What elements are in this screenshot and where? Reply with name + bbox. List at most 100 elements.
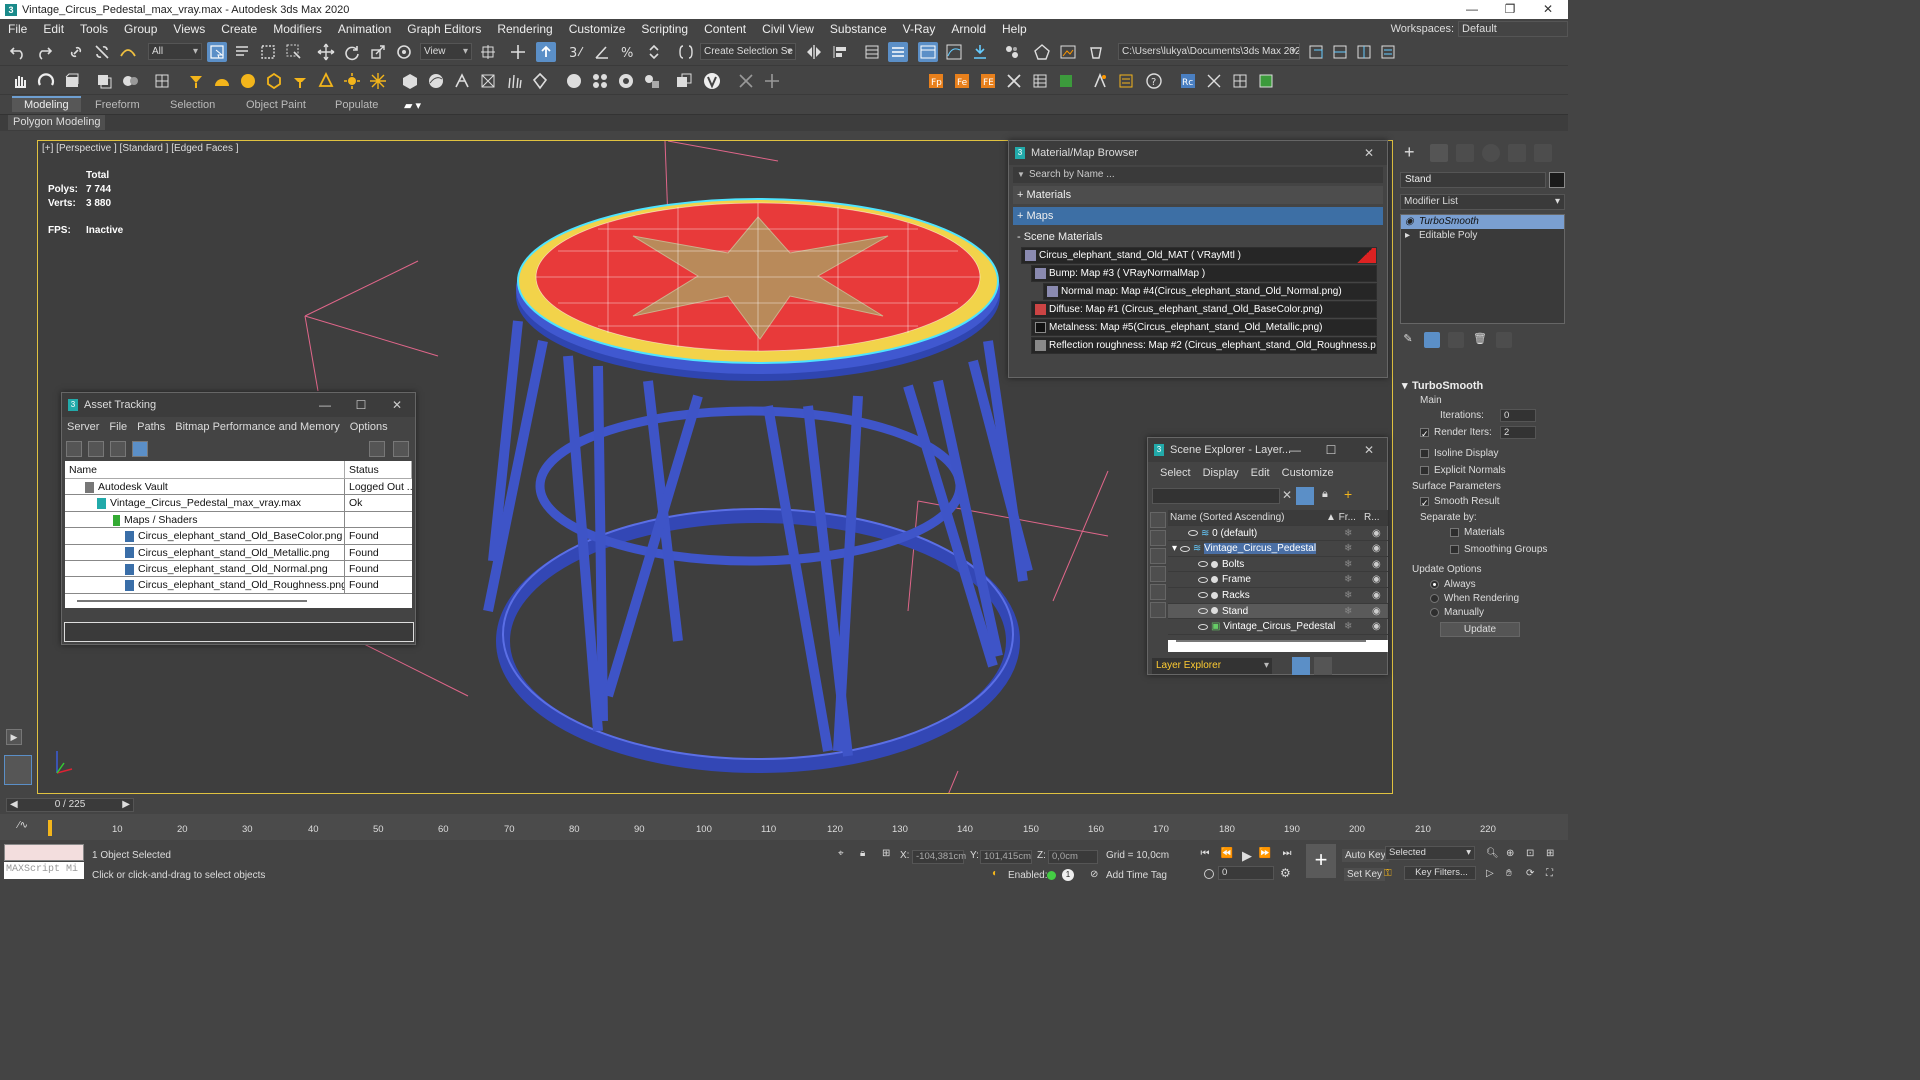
menu-content[interactable]: Content [696, 22, 754, 36]
create-tab-icon[interactable]: + [1404, 143, 1422, 162]
scene-tree-header[interactable]: Name (Sorted Ascending) ▲ Fr... R... [1168, 510, 1388, 526]
map-item[interactable]: Bump: Map #3 ( VRayNormalMap ) [1031, 265, 1377, 282]
ribbon-options-icon[interactable]: ▰ ▾ [392, 98, 433, 113]
sphere-light-icon[interactable] [238, 71, 258, 91]
render-icon[interactable]: ◉ [1372, 541, 1381, 556]
hand-icon[interactable] [10, 71, 30, 91]
menu-graph-editors[interactable]: Graph Editors [399, 22, 489, 36]
close-button[interactable]: ✕ [1533, 0, 1563, 19]
freeze-icon[interactable]: ❄ [1344, 572, 1352, 587]
prev-frame-icon[interactable]: ⏪ [1220, 848, 1234, 862]
multi-material-icon[interactable] [590, 71, 610, 91]
iterations-spinner[interactable]: 0 [1500, 409, 1536, 422]
project-folder-icon[interactable] [1306, 42, 1326, 62]
menu-create[interactable]: Create [213, 22, 265, 36]
map-item[interactable]: Reflection roughness: Map #2 (Circus_ele… [1031, 337, 1377, 354]
pivot-center-icon[interactable] [478, 42, 498, 62]
detail-view-icon[interactable] [110, 441, 126, 457]
table-row[interactable]: Vintage_Circus_Pedestal_max_vray.max Ok [65, 495, 412, 512]
next-frame-icon[interactable]: ⏩ [1258, 848, 1272, 862]
table-row[interactable]: Circus_elephant_stand_Old_Roughness.png F… [65, 577, 412, 594]
update-button[interactable]: Update [1440, 622, 1520, 637]
menu-bitmap-performance[interactable]: Bitmap Performance and Memory [170, 421, 344, 433]
bind-spacewarp-icon[interactable] [118, 42, 138, 62]
tree-row-pedestal-group[interactable]: ▣ Vintage_Circus_Pedestal ❄ ◉ [1168, 619, 1388, 635]
render-production-icon[interactable] [1086, 42, 1106, 62]
fov-icon[interactable]: ▷ [1486, 868, 1494, 879]
tweak-icon[interactable] [736, 71, 756, 91]
sun-light-icon[interactable] [342, 71, 362, 91]
project-path-dropdown[interactable]: C:\Users\lukya\Documents\3ds Max 2022 [1118, 43, 1300, 60]
mirror-icon[interactable] [804, 42, 824, 62]
render-icon[interactable]: ◉ [1372, 557, 1381, 572]
rendered-frame-window-icon[interactable] [1058, 42, 1078, 62]
unlink-icon[interactable] [92, 42, 112, 62]
sky-light-icon[interactable] [368, 71, 388, 91]
menu-arnold[interactable]: Arnold [943, 22, 994, 36]
eye-icon[interactable] [1198, 623, 1208, 630]
material-search-input[interactable]: Search by Name ... [1013, 167, 1383, 183]
vray-proxy-icon[interactable] [400, 71, 420, 91]
play-icon[interactable]: ▶ [1240, 848, 1254, 863]
table-row[interactable]: Autodesk Vault Logged Out ... [65, 479, 412, 496]
tree-row-frame[interactable]: Frame ❄ ◉ [1168, 572, 1388, 588]
scene-search-input[interactable] [1152, 488, 1280, 504]
tab-object-paint[interactable]: Object Paint [234, 98, 318, 112]
zoom-all-icon[interactable]: ⊕ [1506, 848, 1514, 859]
swirl-icon[interactable] [36, 71, 56, 91]
display-lights-icon[interactable] [1150, 548, 1166, 564]
materials-section[interactable]: + Materials [1013, 186, 1383, 204]
forest-effects-icon[interactable]: FE [978, 71, 998, 91]
selection-lock-icon[interactable]: 🔒︎ [860, 848, 865, 859]
ref-coord-dropdown[interactable]: View [420, 43, 472, 60]
menu-edit[interactable]: Edit [35, 22, 72, 36]
ambient-light-icon[interactable] [316, 71, 336, 91]
vray-clipper-icon[interactable] [530, 71, 550, 91]
material-picker-icon[interactable] [616, 71, 636, 91]
rect-selection-icon[interactable] [258, 42, 278, 62]
material-browser-titlebar[interactable]: 3 Material/Map Browser ✕ [1009, 141, 1387, 165]
asset-tracking-titlebar[interactable]: 3 Asset Tracking — ☐ ✕ [62, 393, 415, 417]
list-panel-icon[interactable] [1116, 71, 1136, 91]
context-help-icon[interactable] [393, 441, 409, 457]
eye-icon[interactable] [1198, 607, 1208, 614]
render-setup-icon[interactable] [1032, 42, 1052, 62]
maxscript-input[interactable]: MAXScript Mi [4, 862, 84, 879]
scene-explorer-titlebar[interactable]: 3 Scene Explorer - Layer... — ☐ ✕ [1148, 438, 1387, 462]
green-box-icon[interactable] [1256, 71, 1276, 91]
menu-tools[interactable]: Tools [72, 22, 116, 36]
col-status[interactable]: Status [345, 461, 412, 478]
time-marker[interactable] [48, 820, 52, 836]
align-icon[interactable] [830, 42, 850, 62]
percent-snap-icon[interactable]: % [618, 42, 638, 62]
menu-civil-view[interactable]: Civil View [754, 22, 822, 36]
scale-icon[interactable] [368, 42, 388, 62]
undo-icon[interactable] [8, 42, 28, 62]
angle-snap-icon[interactable] [592, 42, 612, 62]
add-time-tag[interactable]: Add Time Tag [1106, 870, 1167, 881]
box-icon[interactable] [62, 71, 82, 91]
freeze-icon[interactable]: ❄ [1344, 557, 1352, 572]
filter-icon[interactable] [1296, 487, 1314, 505]
trash-icon[interactable]: 🗑︎ [1472, 332, 1488, 348]
current-frame-field[interactable]: 0 [1218, 866, 1274, 880]
workspace-dropdown[interactable]: Default [1458, 20, 1568, 37]
table-row[interactable]: Circus_elephant_stand_Old_BaseColor.png F… [65, 528, 412, 545]
eye-icon[interactable] [1198, 561, 1208, 568]
lock-icon[interactable]: 🔒︎ [1322, 488, 1328, 501]
selection-filter-dropdown[interactable]: All [148, 43, 202, 60]
keyboard-shortcut-toggle-icon[interactable] [536, 42, 556, 62]
polygon-modeling-label[interactable]: Polygon Modeling [8, 115, 106, 130]
help-circle-icon[interactable]: ? [1144, 71, 1164, 91]
tab-freeform[interactable]: Freeform [83, 98, 152, 112]
explorer-mode-dropdown[interactable]: Layer Explorer ▾ [1152, 658, 1272, 674]
col-name[interactable]: Name [65, 461, 345, 478]
maps-section[interactable]: + Maps [1013, 207, 1383, 225]
freeze-icon[interactable]: ❄ [1344, 541, 1352, 556]
layers-icon[interactable] [94, 71, 114, 91]
ies-light-icon[interactable] [290, 71, 310, 91]
window-layout-icon[interactable] [1330, 42, 1350, 62]
place-icon[interactable] [394, 42, 414, 62]
rc-icon[interactable]: Rc [1178, 71, 1198, 91]
freeze-icon[interactable]: ❄ [1344, 588, 1352, 603]
